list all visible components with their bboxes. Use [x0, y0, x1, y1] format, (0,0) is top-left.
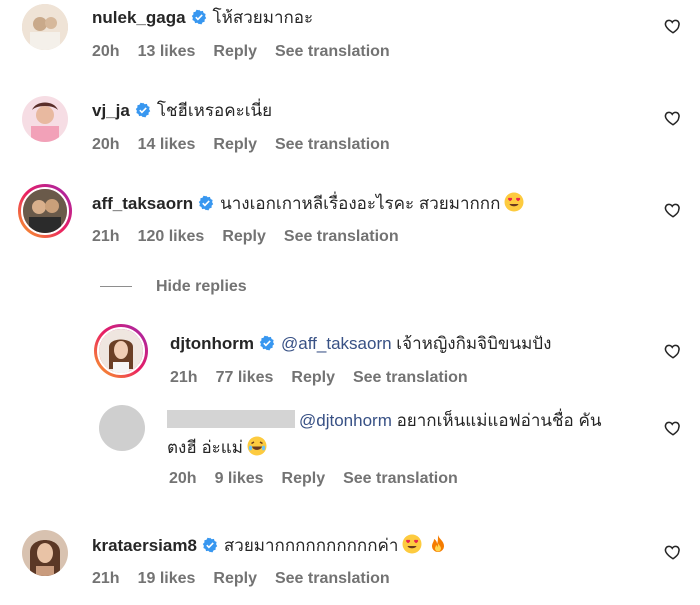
- timestamp[interactable]: 21h: [92, 228, 120, 245]
- likes-count[interactable]: 13 likes: [138, 43, 196, 60]
- likes-count[interactable]: 120 likes: [138, 228, 205, 245]
- avatar[interactable]: [22, 4, 68, 50]
- heart-eyes-emoji-icon: [504, 192, 524, 212]
- comment-text-line: djtonhorm @aff_taksaorn เจ้าหญิงกิมจิบิขน…: [170, 333, 551, 355]
- timestamp[interactable]: 20h: [169, 470, 197, 487]
- heart-eyes-emoji-icon: [402, 534, 422, 554]
- comment-text: นางเอกเกาหลีเรื่องอะไรคะ สวยมากกก: [220, 194, 501, 213]
- comment-text-line: krataersiam8 สวยมากกกกกกกกกกค่า: [92, 534, 448, 557]
- see-translation-button[interactable]: See translation: [343, 470, 458, 487]
- comment-text: อยากเห็นแม่แอฟอ่านชื่อ คัน: [396, 411, 602, 430]
- comment-text: โห้สวยมากอะ: [212, 8, 314, 27]
- avatar[interactable]: [18, 184, 72, 238]
- reply-button[interactable]: Reply: [213, 43, 257, 60]
- likes-count[interactable]: 19 likes: [138, 570, 196, 587]
- likes-count[interactable]: 14 likes: [138, 136, 196, 153]
- comment-text-line: ตงฮี อ่ะแม่: [167, 436, 267, 459]
- comment-meta: 21h 77 likes Reply See translation: [170, 369, 486, 387]
- like-heart-icon[interactable]: [664, 201, 682, 219]
- comment-meta: 21h 120 likes Reply See translation: [92, 228, 417, 246]
- see-translation-button[interactable]: See translation: [275, 136, 390, 153]
- mention-link[interactable]: @aff_taksaorn: [281, 334, 392, 353]
- laughing-emoji-icon: [247, 436, 267, 456]
- timestamp[interactable]: 21h: [170, 369, 198, 386]
- avatar[interactable]: [99, 405, 145, 451]
- divider: [100, 286, 132, 288]
- comment-meta: 20h 9 likes Reply See translation: [169, 470, 476, 488]
- hide-replies-button[interactable]: Hide replies: [100, 278, 247, 296]
- avatar[interactable]: [22, 96, 68, 142]
- comment-meta: 21h 19 likes Reply See translation: [92, 570, 408, 588]
- see-translation-button[interactable]: See translation: [275, 570, 390, 587]
- verified-badge-icon: [191, 9, 206, 25]
- comment-meta: 20h 14 likes Reply See translation: [92, 136, 408, 154]
- comment-meta: 20h 13 likes Reply See translation: [92, 43, 408, 61]
- timestamp[interactable]: 20h: [92, 43, 120, 60]
- timestamp[interactable]: 21h: [92, 570, 120, 587]
- reply-button[interactable]: Reply: [291, 369, 335, 386]
- comment-text-line: vj_ja โชฮีเหรอคะเนี่ย: [92, 100, 272, 122]
- redacted-username: [167, 410, 295, 428]
- like-heart-icon[interactable]: [664, 109, 682, 127]
- avatar[interactable]: [94, 324, 148, 378]
- verified-badge-icon: [198, 195, 214, 211]
- comment-text: สวยมากกกกกกกกกกค่า: [223, 536, 399, 555]
- like-heart-icon[interactable]: [664, 342, 682, 360]
- verified-badge-icon: [202, 537, 218, 553]
- username-link[interactable]: vj_ja: [92, 101, 130, 120]
- likes-count[interactable]: 77 likes: [216, 369, 274, 386]
- like-heart-icon[interactable]: [664, 17, 682, 35]
- username-link[interactable]: krataersiam8: [92, 536, 197, 555]
- comment-text: ตงฮี อ่ะแม่: [167, 438, 243, 457]
- comment-text-line: nulek_gaga โห้สวยมากอะ: [92, 7, 313, 29]
- comment-text: เจ้าหญิงกิมจิบิขนมปัง: [396, 334, 552, 353]
- reply-button[interactable]: Reply: [222, 228, 266, 245]
- reply-button[interactable]: Reply: [213, 570, 257, 587]
- hide-replies-label: Hide replies: [156, 278, 247, 295]
- comment-text-line: aff_taksaorn นางเอกเกาหลีเรื่องอะไรคะ สวย…: [92, 192, 524, 215]
- mention-link[interactable]: @djtonhorm: [299, 411, 392, 430]
- comment-text-line: @djtonhorm อยากเห็นแม่แอฟอ่านชื่อ คัน: [167, 410, 601, 432]
- verified-badge-icon: [259, 335, 275, 351]
- see-translation-button[interactable]: See translation: [353, 369, 468, 386]
- see-translation-button[interactable]: See translation: [275, 43, 390, 60]
- username-link[interactable]: aff_taksaorn: [92, 194, 193, 213]
- reply-button[interactable]: Reply: [213, 136, 257, 153]
- username-link[interactable]: nulek_gaga: [92, 8, 186, 27]
- likes-count[interactable]: 9 likes: [215, 470, 264, 487]
- reply-button[interactable]: Reply: [282, 470, 326, 487]
- timestamp[interactable]: 20h: [92, 136, 120, 153]
- comment-text: โชฮีเหรอคะเนี่ย: [156, 101, 273, 120]
- username-link[interactable]: djtonhorm: [170, 334, 254, 353]
- verified-badge-icon: [135, 102, 151, 118]
- fire-emoji-icon: [428, 534, 448, 554]
- like-heart-icon[interactable]: [664, 419, 682, 437]
- see-translation-button[interactable]: See translation: [284, 228, 399, 245]
- avatar[interactable]: [22, 530, 68, 576]
- like-heart-icon[interactable]: [664, 543, 682, 561]
